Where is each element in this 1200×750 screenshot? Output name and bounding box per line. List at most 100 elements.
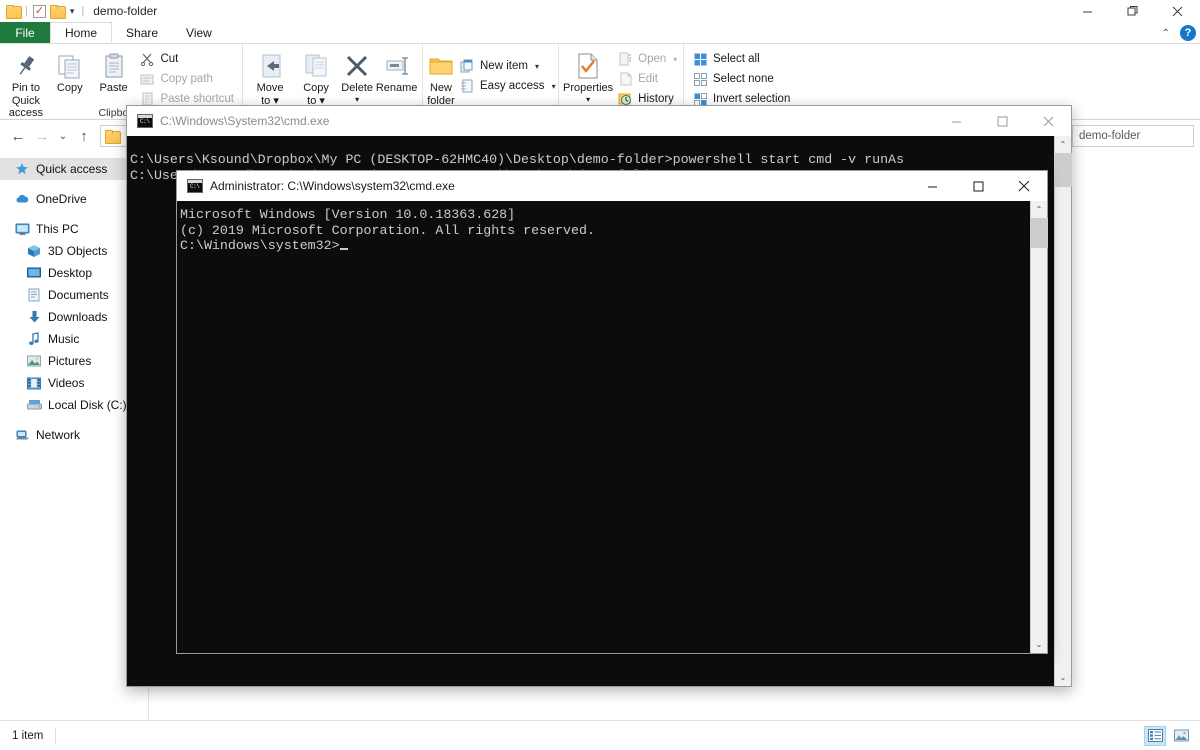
qat-divider-2: | — [81, 5, 85, 17]
cut-button[interactable]: Cut — [135, 49, 238, 69]
new-item-button[interactable]: New item ▾ — [455, 56, 560, 76]
cmd-background-title-bar[interactable]: C:\ C:\Windows\System32\cmd.exe — [127, 106, 1071, 136]
cmd-admin-prompt-line: C:\Windows\system32> — [177, 238, 1030, 254]
cmd-admin-output[interactable]: Microsoft Windows [Version 10.0.18363.62… — [177, 201, 1030, 653]
pin-to-quick-access-label-1: Pin to Quick — [11, 82, 40, 107]
properties-button[interactable]: Properties ▾ — [563, 46, 613, 104]
minimize-button[interactable] — [933, 106, 979, 136]
chevron-down-icon[interactable]: ▾ — [535, 62, 539, 71]
sidebar-label: Pictures — [48, 354, 92, 368]
new-folder-button[interactable]: New folder — [427, 46, 455, 107]
cmd-admin-prompt: C:\Windows\system32> — [180, 238, 340, 254]
rename-label: Rename — [375, 82, 418, 94]
delete-x-icon — [344, 50, 370, 82]
copy-path-button[interactable]: Copy path — [135, 69, 238, 89]
scroll-down-icon[interactable]: ⌄ — [1031, 636, 1048, 653]
paste-label: Paste — [99, 82, 128, 94]
ribbon-tab-strip: File Home Share View ⌃ ? — [0, 22, 1200, 44]
copy-button[interactable]: Copy — [48, 46, 92, 95]
restore-button[interactable] — [1110, 0, 1155, 22]
3d-objects-icon — [26, 243, 42, 259]
cmd-admin-scrollbar[interactable]: ⌃ ⌄ — [1030, 201, 1048, 653]
forward-button[interactable]: → — [30, 124, 54, 148]
cmd-window-administrator[interactable]: C:\ Administrator: C:\Windows\system32\c… — [176, 170, 1048, 654]
new-folder-icon[interactable] — [49, 5, 66, 19]
minimize-button[interactable] — [909, 171, 955, 201]
folder-icon[interactable] — [6, 5, 22, 19]
minimize-button[interactable] — [1065, 0, 1110, 22]
view-mode-buttons — [1144, 725, 1192, 746]
up-button[interactable]: ↑ — [72, 124, 96, 148]
copy-to-button[interactable]: Copy to ▾ — [293, 46, 339, 107]
scroll-track[interactable] — [1054, 153, 1072, 669]
quick-access-toolbar[interactable]: | ✓ ▾ | — [6, 4, 85, 19]
sidebar-label: This PC — [36, 222, 79, 236]
cmd-background-scrollbar[interactable]: ⌃ ⌄ — [1054, 136, 1072, 686]
back-button[interactable]: ← — [6, 124, 30, 148]
open-button[interactable]: Open ▾ — [613, 49, 681, 69]
cmd-admin-window-controls — [909, 171, 1047, 201]
close-button[interactable] — [1025, 106, 1071, 136]
sidebar-label: Downloads — [48, 310, 108, 324]
help-icon[interactable]: ? — [1180, 25, 1196, 41]
tab-file[interactable]: File — [0, 22, 50, 43]
tab-share[interactable]: Share — [112, 22, 172, 43]
pictures-icon — [26, 353, 42, 369]
close-button[interactable] — [1001, 171, 1047, 201]
scroll-up-icon[interactable]: ⌃ — [1055, 136, 1072, 153]
explorer-window-controls — [1065, 0, 1200, 22]
scroll-up-icon[interactable]: ⌃ — [1031, 201, 1048, 218]
hard-drive-icon — [26, 397, 42, 413]
clipboard-small-buttons: Cut Copy path Paste shortcut — [135, 46, 238, 109]
maximize-button[interactable] — [955, 171, 1001, 201]
paste-shortcut-label: Paste shortcut — [160, 93, 234, 105]
scroll-down-icon[interactable]: ⌄ — [1055, 669, 1072, 686]
chevron-down-icon[interactable]: ▾ — [552, 82, 556, 91]
details-view-icon[interactable] — [1144, 725, 1166, 746]
cmd-admin-title-bar[interactable]: C:\ Administrator: C:\Windows\system32\c… — [177, 171, 1047, 201]
status-divider — [55, 727, 57, 744]
onedrive-cloud-icon — [14, 191, 30, 207]
open-label: Open — [638, 53, 667, 65]
move-to-button[interactable]: Move to ▾ — [247, 46, 293, 107]
close-button[interactable] — [1155, 0, 1200, 22]
address-folder-icon — [105, 130, 121, 144]
cmd-background-title: C:\Windows\System32\cmd.exe — [160, 114, 330, 128]
explorer-title-bar: | ✓ ▾ | demo-folder — [0, 0, 1200, 22]
paste-icon — [100, 50, 128, 82]
documents-icon — [26, 287, 42, 303]
chevron-down-icon[interactable]: ▾ — [673, 55, 677, 64]
sidebar-label: Local Disk (C:) — [48, 398, 127, 412]
new-item-label: New item — [480, 60, 528, 72]
tab-home[interactable]: Home — [50, 22, 113, 43]
paste-button[interactable]: Paste — [92, 46, 136, 95]
new-item-icon — [459, 58, 475, 74]
properties-checkbox-icon[interactable]: ✓ — [32, 4, 46, 18]
easy-access-button[interactable]: Easy access ▾ — [455, 76, 560, 96]
delete-button[interactable]: Delete ▾ — [339, 46, 375, 104]
edit-button[interactable]: Edit — [613, 69, 681, 89]
select-none-button[interactable]: Select none — [688, 69, 794, 89]
invert-selection-label: Invert selection — [713, 93, 791, 105]
properties-caret: ▾ — [586, 94, 591, 104]
scroll-thumb[interactable] — [1054, 153, 1072, 187]
this-pc-monitor-icon — [14, 221, 30, 237]
select-all-button[interactable]: Select all — [688, 49, 794, 69]
copy-label: Copy — [56, 82, 83, 94]
large-icons-view-icon[interactable] — [1170, 726, 1192, 746]
scroll-track[interactable] — [1030, 218, 1048, 636]
maximize-button[interactable] — [979, 106, 1025, 136]
search-input-value: demo-folder — [1079, 130, 1141, 142]
scroll-thumb[interactable] — [1030, 218, 1048, 248]
select-all-label: Select all — [713, 53, 760, 65]
chevron-up-icon[interactable]: ⌃ — [1162, 28, 1170, 39]
properties-label: Properties — [563, 82, 614, 94]
sidebar-label: Desktop — [48, 266, 93, 280]
tab-view[interactable]: View — [172, 22, 226, 43]
copy-path-icon — [139, 71, 155, 87]
chevron-down-icon[interactable]: ▾ — [68, 6, 77, 17]
search-input[interactable]: demo-folder — [1072, 125, 1194, 147]
rename-button[interactable]: Rename — [375, 46, 418, 95]
cmd-background-window-controls — [933, 106, 1071, 136]
recent-locations-button[interactable]: ⌄ — [54, 124, 72, 148]
